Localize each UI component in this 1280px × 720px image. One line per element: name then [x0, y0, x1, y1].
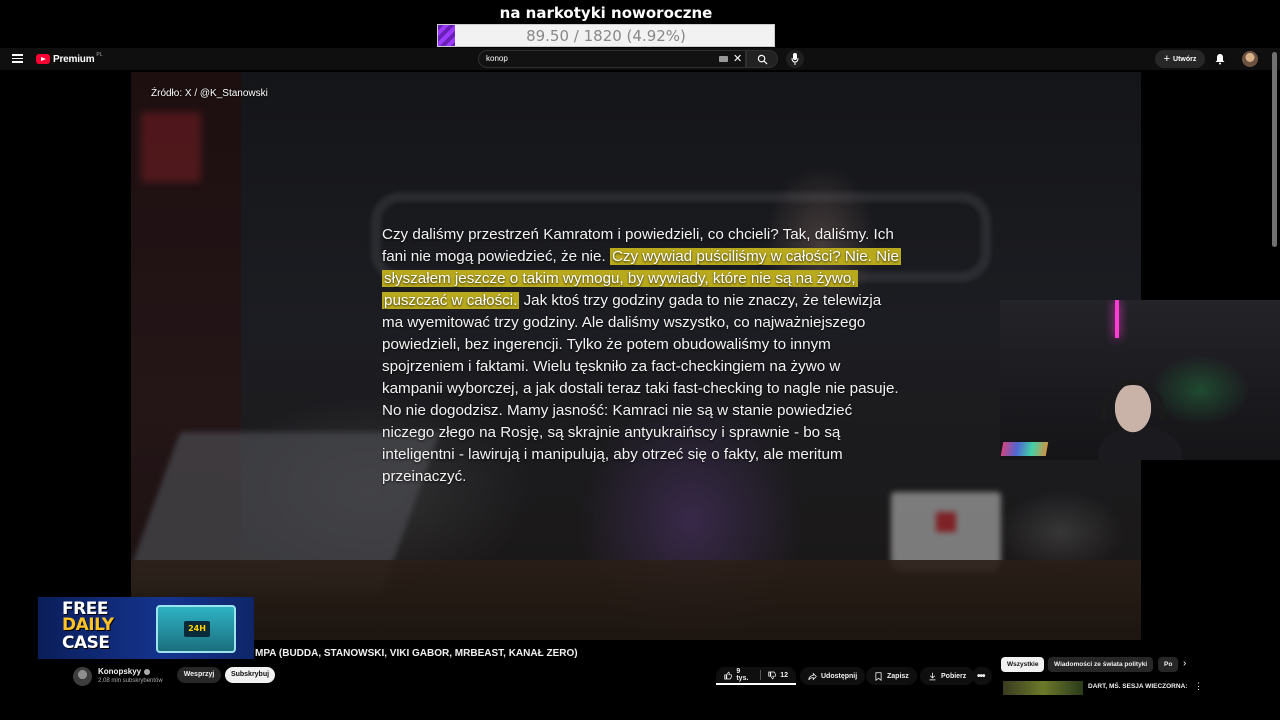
subscriber-count: 2,08 mln subskrybentów	[98, 678, 163, 684]
like-icon[interactable]	[724, 671, 733, 680]
video-background-table	[131, 560, 1141, 640]
recommended-video-thumbnail[interactable]	[1003, 681, 1083, 695]
search-box: ✕	[478, 50, 746, 68]
webcam-rgb-keyboard	[1000, 442, 1049, 456]
donation-goal-widget: na narkotyki noworoczne 89.50 / 1820 (4.…	[437, 0, 775, 48]
webcam-neon-light	[1115, 300, 1119, 338]
free-daily-case-ad[interactable]: FREE DAILY CASE 24H	[38, 597, 254, 659]
save-label: Zapisz	[887, 672, 909, 680]
search-button[interactable]	[746, 50, 778, 68]
search-icon	[757, 54, 768, 65]
bookmark-icon	[875, 671, 882, 681]
voice-search-button[interactable]	[786, 50, 804, 68]
download-label: Pobierz	[941, 672, 967, 680]
video-title: MPA (BUDDA, STANOWSKI, VIKI GABOR, MRBEA…	[255, 648, 578, 659]
like-divider	[759, 670, 761, 680]
video-player[interactable]: Źródło: X / @K_Stanowski Czy daliśmy prz…	[131, 72, 1141, 640]
page-scrollbar[interactable]	[1272, 52, 1277, 247]
save-button[interactable]: Zapisz	[866, 667, 917, 685]
plus-icon: +	[1163, 53, 1171, 65]
ad-line-daily: DAILY	[62, 615, 114, 635]
youtube-masthead: Premium PL ✕ + Utwórz	[0, 48, 1280, 70]
case-box-icon: 24H	[156, 605, 236, 653]
chip-world-politics[interactable]: Wiadomości ze świata polityki	[1048, 657, 1154, 672]
channel-name-link[interactable]: Konopskyy	[98, 667, 151, 676]
share-button[interactable]: Udostępnij	[800, 667, 866, 685]
like-dislike-group: 9 tys. 12	[716, 667, 796, 685]
channel-avatar[interactable]	[73, 667, 92, 686]
notifications-bell-icon[interactable]	[1214, 53, 1226, 65]
youtube-premium-logo[interactable]: Premium PL	[36, 52, 103, 65]
dislike-icon[interactable]	[768, 671, 776, 680]
case-box-label: 24H	[184, 621, 210, 637]
streamer-webcam-overlay	[1000, 300, 1280, 460]
webcam-headset	[1101, 380, 1165, 420]
youtube-play-icon	[36, 54, 50, 64]
download-button[interactable]: Pobierz	[920, 667, 975, 685]
chip-partial[interactable]: Po	[1158, 657, 1178, 672]
donation-goal-progress-text: 89.50 / 1820 (4.92%)	[526, 27, 686, 45]
donation-goal-progress-bar: 89.50 / 1820 (4.92%)	[437, 24, 775, 47]
clear-search-icon[interactable]: ✕	[733, 52, 742, 66]
recommended-more-icon[interactable]: ⋮	[1194, 681, 1203, 692]
account-avatar[interactable]	[1242, 51, 1258, 67]
channel-name: Konopskyy	[98, 667, 142, 676]
download-icon	[929, 672, 936, 680]
support-button[interactable]: Wesprzyj	[177, 667, 221, 683]
more-actions-icon[interactable]: •••	[972, 667, 992, 685]
like-count[interactable]: 9 tys.	[736, 668, 753, 682]
share-label: Udostępnij	[821, 672, 858, 680]
keyboard-icon[interactable]	[719, 56, 728, 62]
logo-text: Premium	[53, 53, 95, 65]
video-quote-text: Czy daliśmy przestrzeń Kamratom i powied…	[382, 224, 902, 488]
chip-all[interactable]: Wszystkie	[1001, 657, 1045, 672]
donation-goal-title: na narkotyki noworoczne	[499, 4, 713, 22]
chevron-right-icon[interactable]: ›	[1183, 658, 1186, 669]
dislike-count[interactable]: 12	[780, 672, 788, 679]
search-input[interactable]	[486, 54, 706, 63]
quote-text-end: Jak ktoś trzy godziny gada to nie znaczy…	[382, 292, 899, 485]
logo-country-code: PL	[96, 52, 103, 58]
subscribe-button[interactable]: Subskrybuj	[225, 667, 275, 683]
create-label: Utwórz	[1173, 55, 1197, 63]
ad-line-case: CASE	[62, 633, 110, 653]
video-source-label: Źródło: X / @K_Stanowski	[151, 88, 268, 99]
share-icon	[808, 672, 817, 680]
verified-badge-icon	[144, 668, 151, 675]
create-button[interactable]: + Utwórz	[1155, 50, 1205, 68]
hamburger-menu-icon[interactable]	[12, 54, 23, 63]
recommended-video-title[interactable]: DART, MŚ. SESJA WIECZORNA:	[1088, 683, 1187, 690]
microphone-icon	[791, 53, 799, 65]
